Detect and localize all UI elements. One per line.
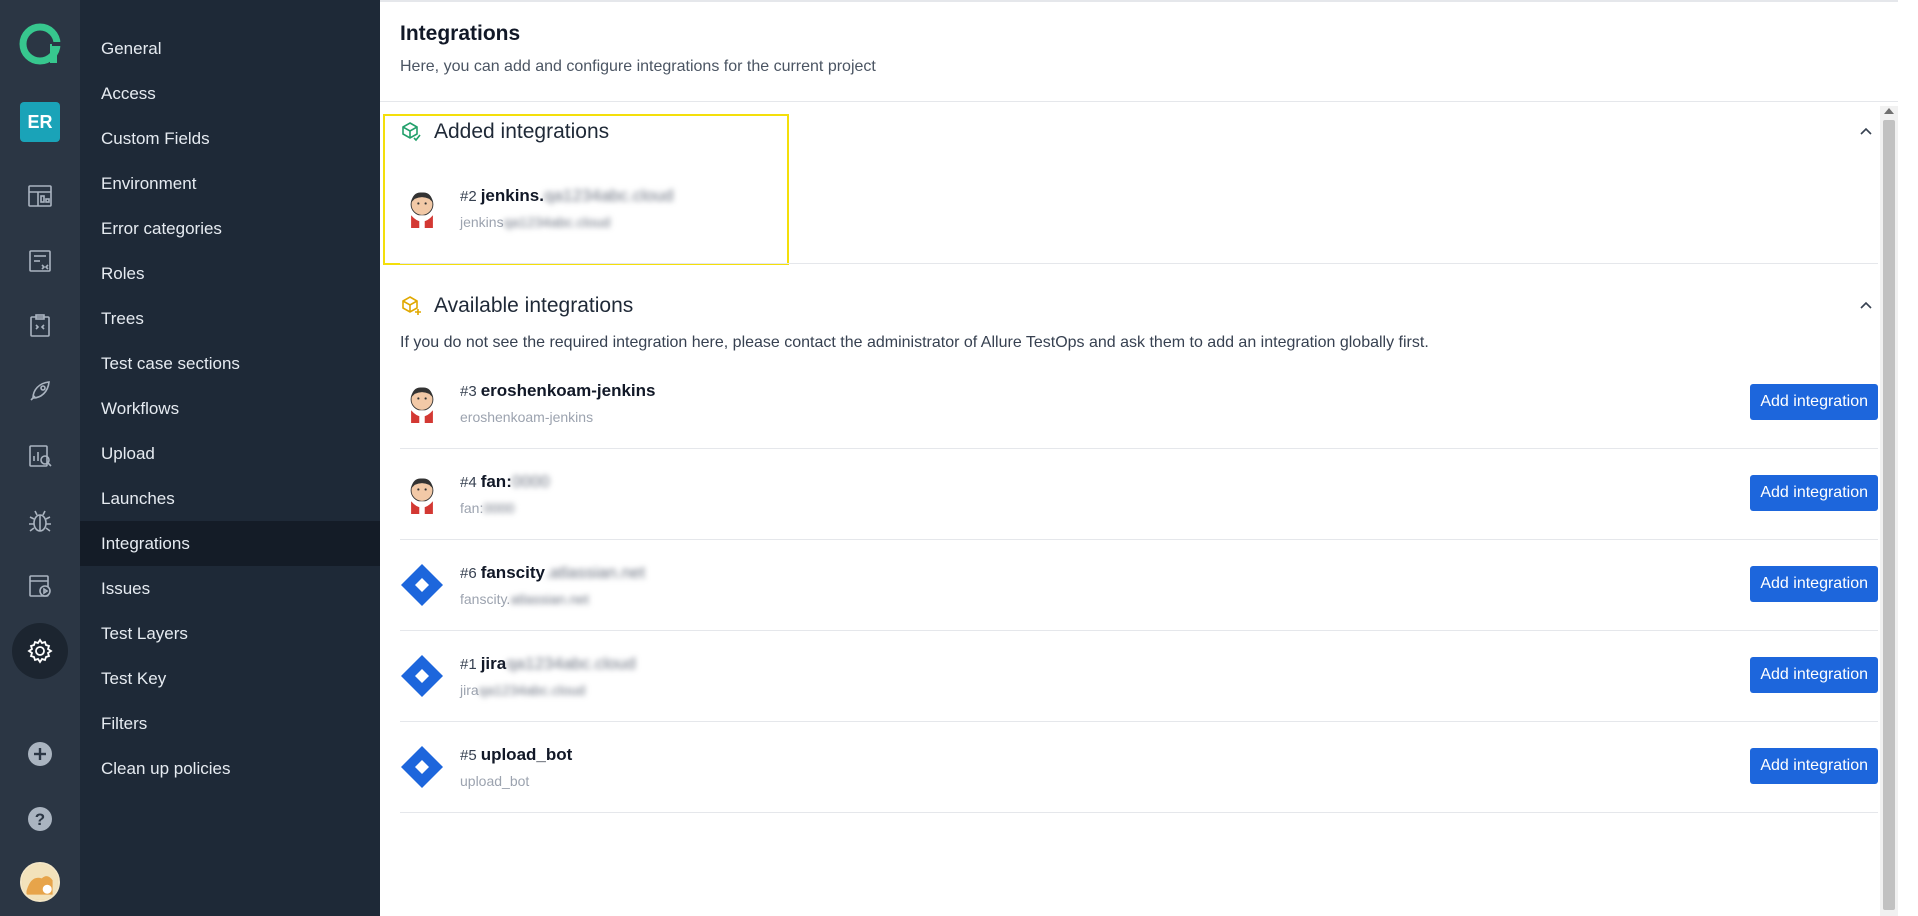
available-integrations-list: #3 eroshenkoam-jenkins eroshenkoam-jenkins… [400,358,1878,813]
menu-item-test-key[interactable]: Test Key [80,656,380,701]
menu-item-roles[interactable]: Roles [80,251,380,296]
integrations-content: Added integrations #2 jenkins.qa1234abc.c… [383,110,1878,813]
integration-url: jiraqa1234abc.cloud [460,682,586,698]
integration-name: #2 jenkins.qa1234abc.cloud [460,185,674,205]
jenkins-icon [400,186,444,230]
page-header: Integrations Here, you can add and confi… [380,2,1898,102]
integration-url: fanscity.atlassian.net [460,591,589,607]
scroll-thumb[interactable] [1883,120,1895,910]
integration-name: #1 jiraqa1234abc.cloud [460,654,636,673]
integration-name: #6 fanscity.atlassian.net [460,563,646,582]
added-integrations-section: Added integrations #2 jenkins.qa1234abc.c… [383,112,1878,265]
user-avatar[interactable] [20,862,60,902]
added-integration-icon [400,120,424,144]
add-integration-button[interactable]: Add integration [1750,384,1878,420]
available-integration-row[interactable]: #4 fan:0000 fan:0000 Add integration [400,449,1878,540]
scrollbar[interactable] [1880,106,1898,916]
available-integration-row[interactable]: #3 eroshenkoam-jenkins eroshenkoam-jenkins… [400,358,1878,449]
menu-item-integrations[interactable]: Integrations [80,521,380,566]
jobs-icon[interactable] [16,562,64,610]
integration-url: upload_bot [460,773,530,789]
menu-item-environment[interactable]: Environment [80,161,380,206]
jira-icon [400,745,444,789]
available-integration-row[interactable]: #5 upload_bot upload_bot Add integration [400,722,1878,813]
available-integrations-section: Available integrations If you do not see… [400,286,1878,813]
test-cases-icon[interactable] [16,237,64,285]
menu-item-clean-up-policies[interactable]: Clean up policies [80,746,380,791]
menu-item-access[interactable]: Access [80,71,380,116]
icon-rail: ER ? [0,0,80,916]
jenkins-icon [400,472,444,516]
allure-logo-icon[interactable] [18,22,62,66]
scroll-up-arrow-icon[interactable] [1884,108,1894,114]
page-subtitle: Here, you can add and configure integrat… [400,58,876,75]
menu-item-test-case-sections[interactable]: Test case sections [80,341,380,386]
settings-menu: General Access Custom Fields Environment… [80,0,380,916]
add-integration-button[interactable]: Add integration [1750,475,1878,511]
dashboard-icon[interactable] [16,172,64,220]
project-badge[interactable]: ER [20,102,60,142]
add-integration-button[interactable]: Add integration [1750,657,1878,693]
integration-name: #3 eroshenkoam-jenkins [460,381,656,400]
launches-icon[interactable] [16,367,64,415]
test-plans-icon[interactable] [16,302,64,350]
added-section-title: Added integrations [434,120,610,143]
integration-name: #4 fan:0000 [460,472,550,491]
add-integration-button[interactable]: Add integration [1750,748,1878,784]
help-icon[interactable]: ? [16,795,64,843]
added-integration-row[interactable]: #2 jenkins.qa1234abc.cloud jenkinsqa1234a… [400,152,1878,264]
jira-icon [400,654,444,698]
main-content: Integrations Here, you can add and confi… [380,0,1898,916]
menu-item-test-layers[interactable]: Test Layers [80,611,380,656]
page-title: Integrations [400,22,521,45]
menu-item-upload[interactable]: Upload [80,431,380,476]
add-integration-button[interactable]: Add integration [1750,566,1878,602]
collapse-added-chevron-up-icon[interactable] [1854,120,1878,144]
menu-item-launches[interactable]: Launches [80,476,380,521]
available-integration-icon [400,294,424,318]
analytics-icon[interactable] [16,432,64,480]
integration-url: fan:0000 [460,500,515,516]
available-section-title: Available integrations [434,294,634,317]
available-integration-row[interactable]: #1 jiraqa1234abc.cloud jiraqa1234abc.cloud… [400,631,1878,722]
integration-url: jenkinsqa1234abc.cloud [460,213,611,230]
jenkins-icon [400,381,444,425]
jira-icon [400,563,444,607]
available-integration-row[interactable]: #6 fanscity.atlassian.net fanscity.atlassi… [400,540,1878,631]
menu-item-custom-fields[interactable]: Custom Fields [80,116,380,161]
integration-name: #5 upload_bot [460,745,573,764]
settings-icon[interactable] [12,623,68,679]
defects-icon[interactable] [16,497,64,545]
available-info-text: If you do not see the required integrati… [400,334,1429,351]
collapse-available-chevron-up-icon[interactable] [1854,294,1878,318]
svg-text:?: ? [35,810,45,829]
menu-item-filters[interactable]: Filters [80,701,380,746]
add-project-icon[interactable] [16,730,64,778]
menu-item-issues[interactable]: Issues [80,566,380,611]
menu-item-general[interactable]: General [80,26,380,71]
menu-item-trees[interactable]: Trees [80,296,380,341]
menu-item-error-categories[interactable]: Error categories [80,206,380,251]
menu-item-workflows[interactable]: Workflows [80,386,380,431]
integration-url: eroshenkoam-jenkins [460,409,594,425]
